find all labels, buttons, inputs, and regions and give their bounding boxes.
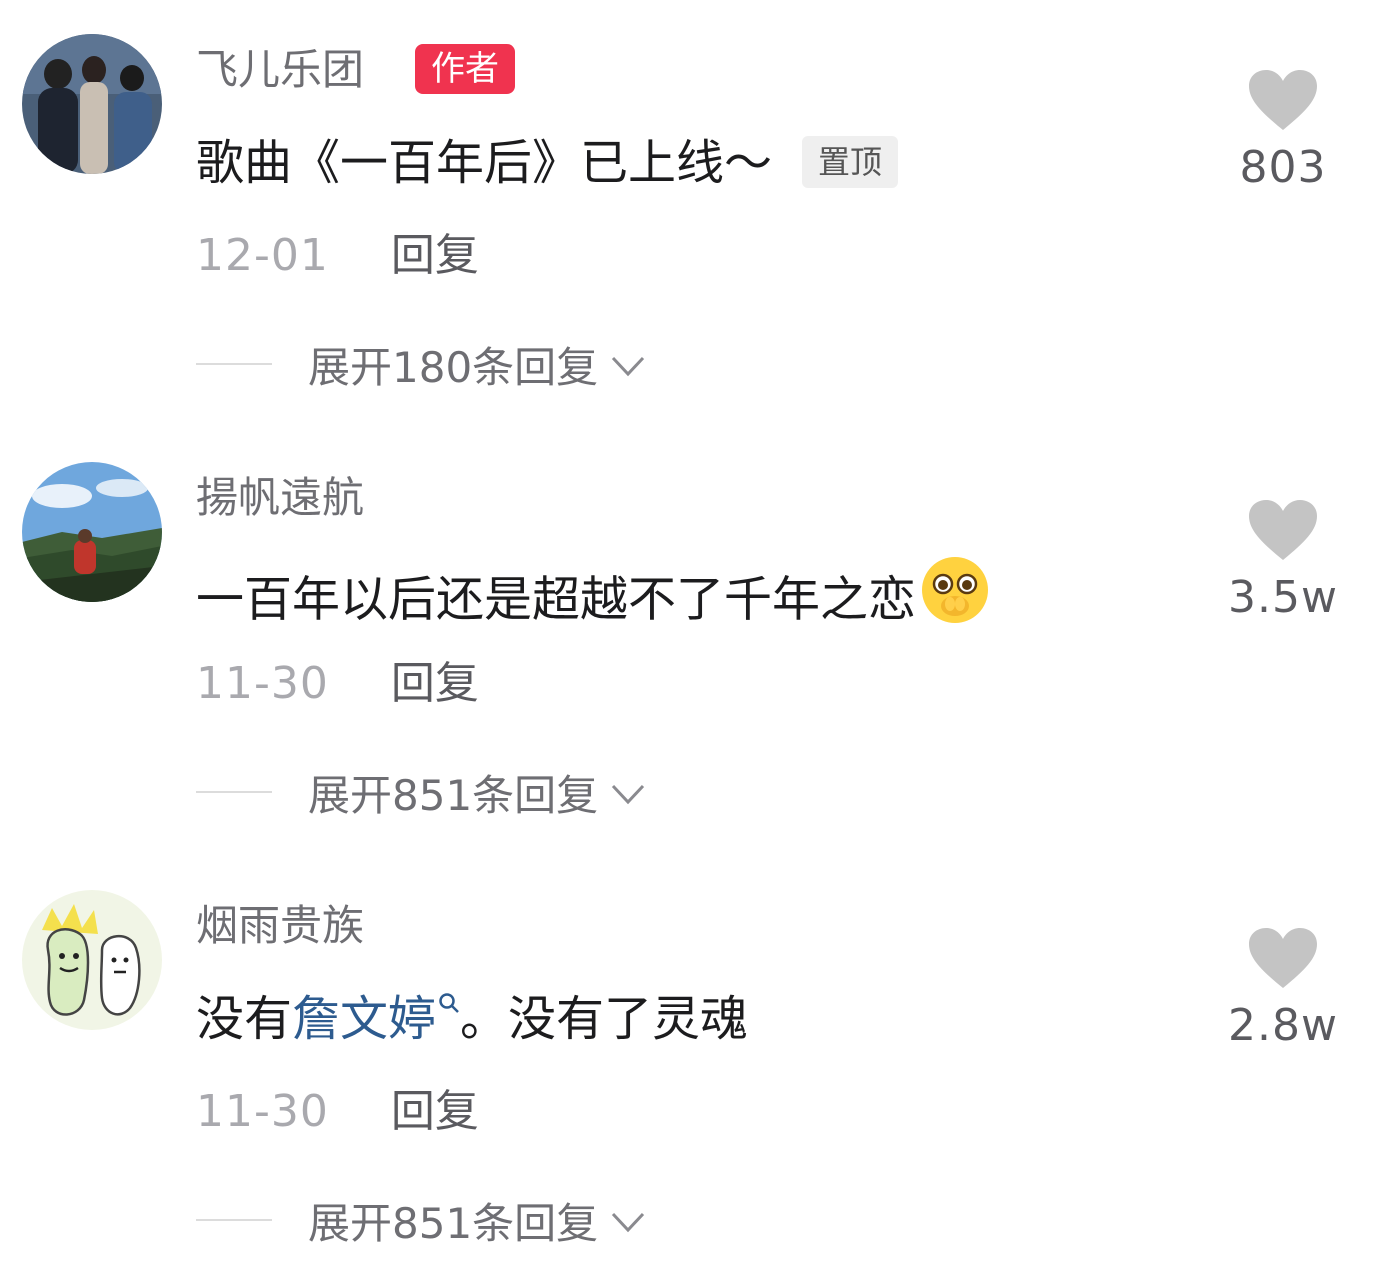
comment-item: 飞儿乐团 作者 歌曲《一百年后》已上线～ 置顶 12-01 回复 展开180条回复 … — [0, 0, 1394, 428]
comment-date: 11-30 — [196, 1086, 329, 1137]
divider — [196, 791, 272, 793]
expand-replies-button[interactable]: 展开851条回复 — [196, 762, 646, 822]
reply-button[interactable]: 回复 — [391, 230, 479, 281]
pinned-tag: 置顶 — [802, 136, 899, 188]
like-button[interactable]: 3.5w — [1183, 498, 1383, 626]
chevron-down-icon — [612, 784, 645, 805]
expand-replies-label: 展开851条回复 — [308, 770, 599, 820]
chevron-down-icon — [612, 1212, 645, 1233]
username[interactable]: 烟雨贵族 — [196, 898, 364, 954]
expand-replies-button[interactable]: 展开180条回复 — [196, 334, 646, 394]
comment-date: 11-30 — [196, 658, 329, 709]
author-badge: 作者 — [415, 44, 515, 94]
username[interactable]: 飞儿乐团 — [196, 42, 364, 98]
divider — [196, 1219, 272, 1221]
like-count: 803 — [1239, 142, 1327, 193]
avatar[interactable] — [22, 34, 162, 174]
expand-replies-label: 展开851条回复 — [308, 1198, 599, 1248]
expand-replies-label: 展开180条回复 — [308, 342, 599, 392]
mention-link[interactable]: 詹文婷 — [292, 991, 436, 1047]
like-count: 2.8w — [1228, 1000, 1338, 1051]
comment-text-tail: 。没有了灵魂 — [460, 991, 749, 1047]
search-icon[interactable] — [438, 992, 460, 1016]
comment-text: 一百年以后还是超越不了千年之恋 — [196, 557, 992, 647]
chevron-down-icon — [612, 356, 645, 377]
comment-date: 12-01 — [196, 230, 329, 281]
comment-item: 揚帆遠航 一百年以后还是超越不了千年之恋 11-30 回复 展开851条回复 3.… — [0, 428, 1394, 856]
comment-text: 歌曲《一百年后》已上线～ 置顶 — [196, 130, 899, 196]
heart-icon[interactable] — [1183, 926, 1383, 990]
comment-item: 烟雨贵族 没有詹文婷 。没有了灵魂 11-30 回复 展开851条回复 2.8w — [0, 856, 1394, 1284]
comment-text-body: 一百年以后还是超越不了千年之恋 — [196, 571, 917, 628]
landscape-photo-avatar — [22, 462, 162, 602]
like-button[interactable]: 803 — [1183, 68, 1383, 196]
comment-meta: 11-30 回复 — [196, 654, 479, 714]
comment-text: 没有詹文婷 。没有了灵魂 — [196, 986, 748, 1052]
reply-button[interactable]: 回复 — [391, 658, 479, 709]
heart-icon[interactable] — [1183, 498, 1383, 562]
like-button[interactable]: 2.8w — [1183, 926, 1383, 1054]
comment-text-body: 歌曲《一百年后》已上线～ — [196, 135, 773, 191]
reply-button[interactable]: 回复 — [391, 1086, 479, 1137]
pleading-face-emoji — [918, 554, 992, 643]
expand-replies-button[interactable]: 展开851条回复 — [196, 1190, 646, 1250]
avatar[interactable] — [22, 462, 162, 602]
band-photo-avatar — [22, 34, 162, 174]
comment-meta: 12-01 回复 — [196, 226, 479, 286]
cartoon-sketch-avatar — [22, 890, 162, 1030]
comment-text-body: 没有 — [196, 991, 293, 1047]
comment-meta: 11-30 回复 — [196, 1082, 479, 1142]
like-count: 3.5w — [1228, 572, 1338, 623]
username[interactable]: 揚帆遠航 — [196, 470, 364, 526]
divider — [196, 363, 272, 365]
avatar[interactable] — [22, 890, 162, 1030]
heart-icon[interactable] — [1183, 68, 1383, 132]
